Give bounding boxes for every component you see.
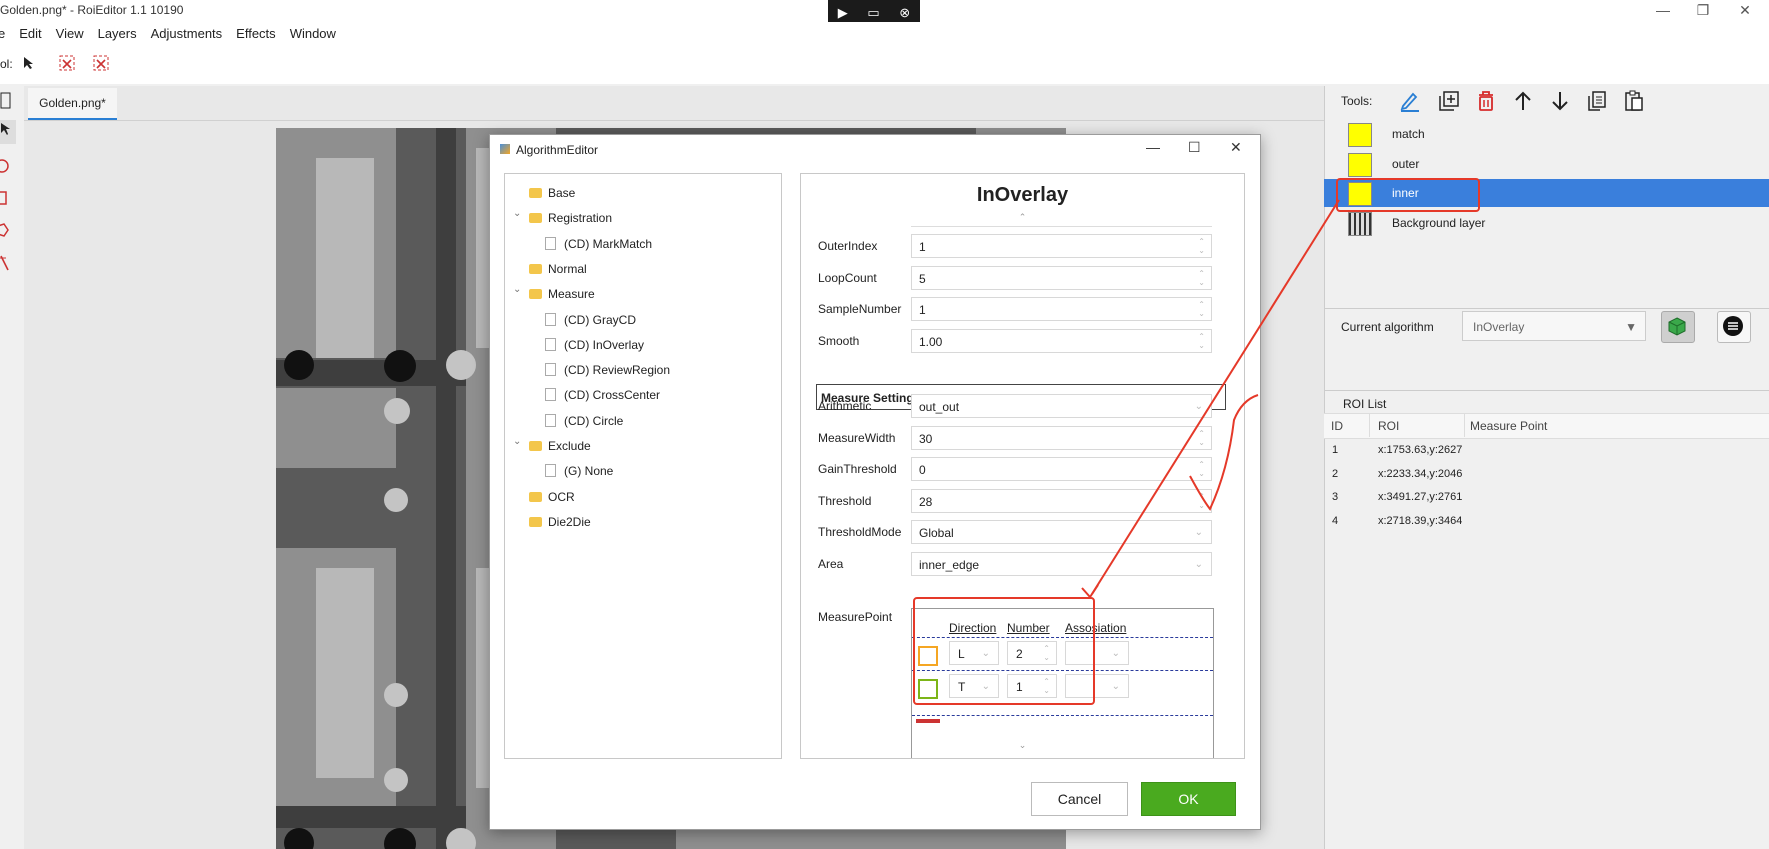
annotation-overlay: [1081, 199, 1340, 599]
